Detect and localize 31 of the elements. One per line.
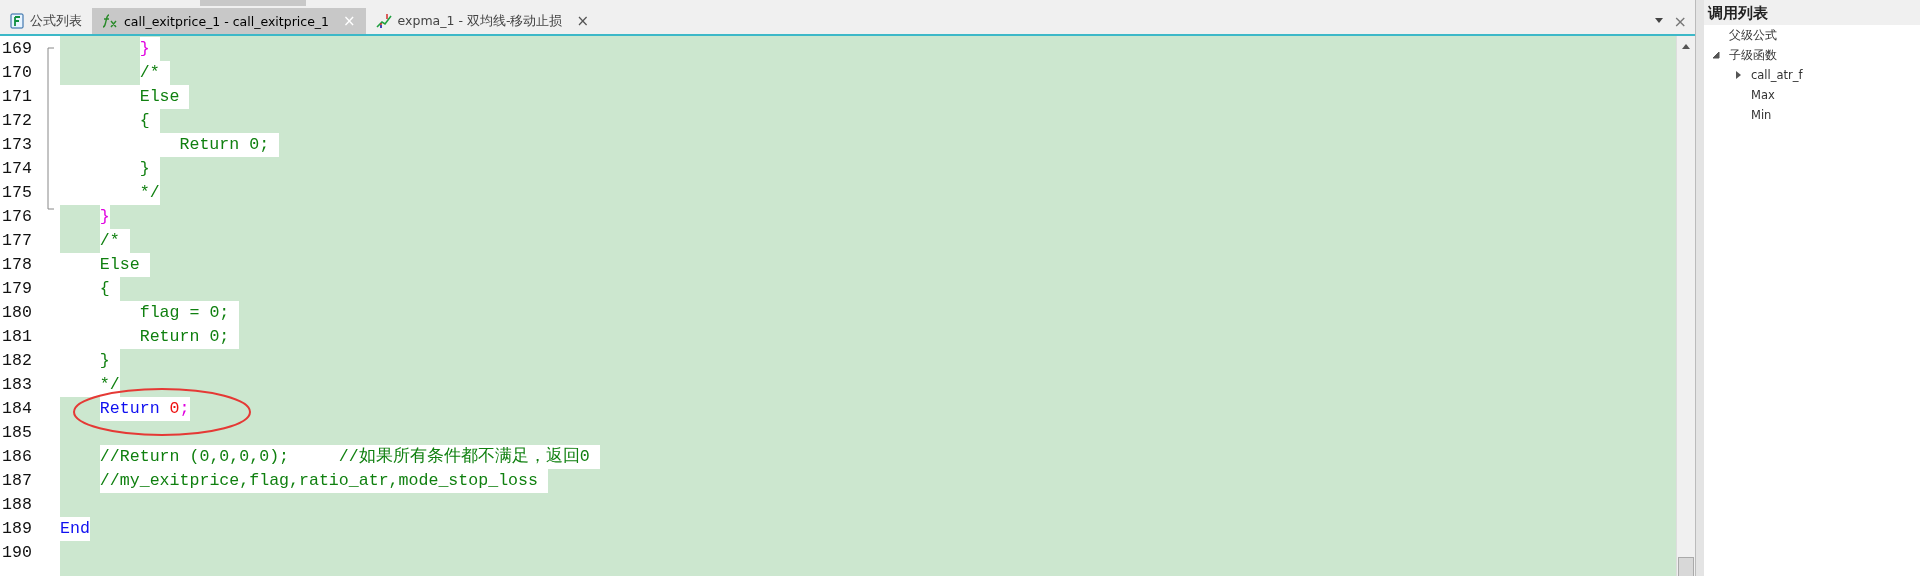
code-text: 0 xyxy=(169,397,180,421)
code-text: { xyxy=(99,277,120,301)
code-text: } xyxy=(99,349,120,373)
code-text: { xyxy=(139,109,160,133)
editor-tab[interactable]: 公式列表 xyxy=(0,8,92,34)
code-text: ; xyxy=(179,397,190,421)
tree-item[interactable]: 父级公式 xyxy=(1704,25,1920,45)
editor-tab[interactable]: expma_1 - 双均线-移动止损 × xyxy=(365,8,599,34)
code-text: flag = 0; xyxy=(139,301,240,325)
code-text: Else xyxy=(139,85,190,109)
code-text: Else xyxy=(99,253,150,277)
code-text: End xyxy=(60,517,90,541)
code-text: Return 0; xyxy=(179,133,280,157)
tree-item[interactable]: Max xyxy=(1704,85,1920,105)
code-text: Return 0; xyxy=(139,325,240,349)
code-text: } xyxy=(139,157,160,181)
code-text: /* xyxy=(139,61,170,85)
code-text: } xyxy=(139,37,160,61)
code-text: Return xyxy=(99,397,170,421)
code-text: */ xyxy=(139,181,160,205)
code-text: //Return (0,0,0,0); //如果所有条件都不满足，返回0 xyxy=(99,445,600,469)
tree-item[interactable]: 子级函数 xyxy=(1704,45,1920,65)
code-text: /* xyxy=(99,229,130,253)
panel-title: 调用列表 xyxy=(1704,0,1920,25)
close-icon[interactable]: × xyxy=(1673,11,1687,31)
tree-item[interactable]: call_atr_f xyxy=(1704,65,1920,85)
close-icon[interactable]: × xyxy=(576,12,589,30)
editor-tab[interactable]: call_exitprice_1 - call_exitprice_1 × xyxy=(92,8,366,34)
tree-item[interactable]: Min xyxy=(1704,105,1920,125)
code-text: //my_exitprice,flag,ratio_atr,mode_stop_loss xyxy=(99,469,548,493)
code-text: } xyxy=(99,205,110,229)
